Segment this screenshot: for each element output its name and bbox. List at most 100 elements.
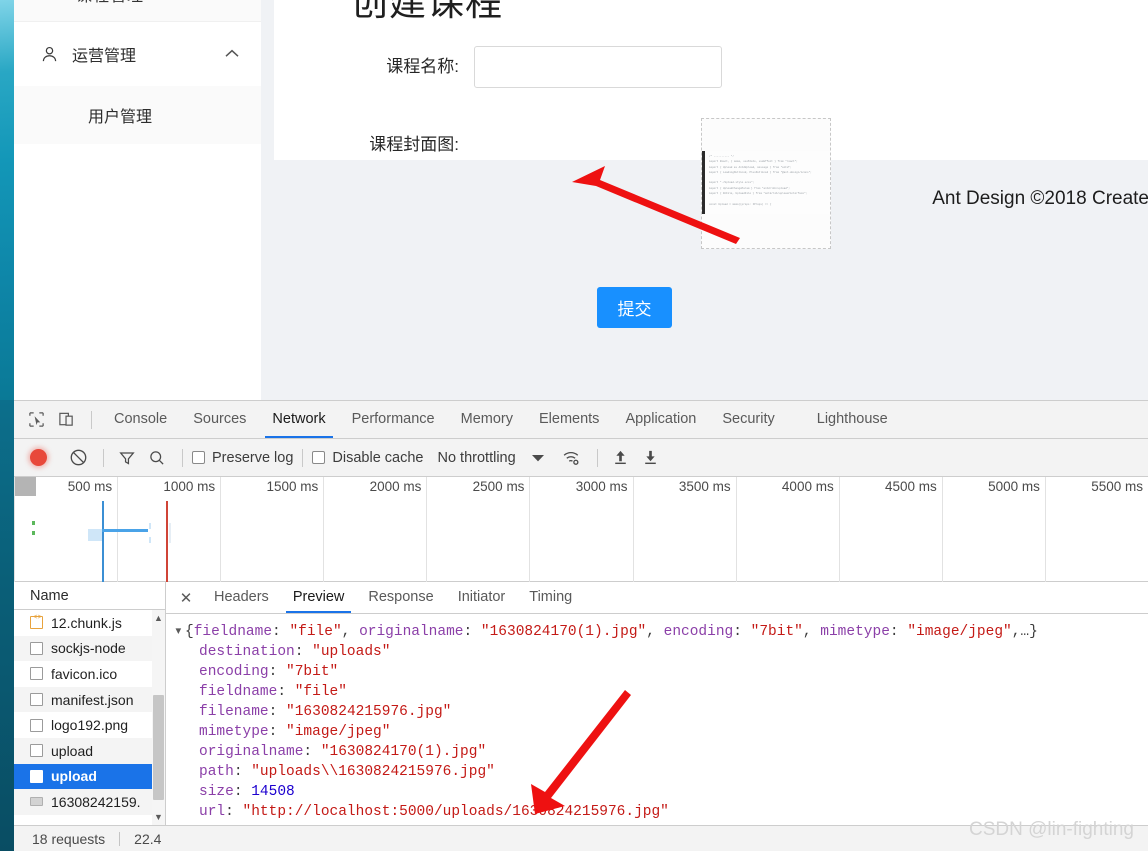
record-button[interactable] bbox=[30, 449, 47, 466]
sidebar-item-operations[interactable]: 运营管理 bbox=[14, 22, 261, 86]
sidebar-item-user-management[interactable]: 用户管理 bbox=[14, 86, 261, 144]
request-list-item[interactable]: manifest.json bbox=[14, 686, 165, 713]
timeline-marker-load bbox=[166, 501, 168, 582]
timeline-tick: 5500 ms bbox=[1044, 477, 1148, 582]
filter-icon[interactable] bbox=[113, 444, 141, 472]
doc-file-icon bbox=[30, 744, 43, 758]
expand-triangle-icon[interactable]: ▾ bbox=[174, 622, 185, 642]
tab-performance[interactable]: Performance bbox=[339, 401, 448, 438]
detail-tab-response[interactable]: Response bbox=[356, 582, 445, 613]
doc-file-icon bbox=[30, 693, 43, 707]
inspect-element-icon[interactable] bbox=[22, 406, 50, 434]
timeline-dot-5 bbox=[169, 523, 171, 543]
request-list-item[interactable]: upload bbox=[14, 763, 165, 790]
tab-security[interactable]: Security bbox=[709, 401, 787, 438]
timeline-tick-label: 4500 ms bbox=[885, 479, 937, 494]
chevron-up-icon[interactable] bbox=[225, 45, 239, 63]
timeline-tick: 3500 ms bbox=[632, 477, 736, 582]
tab-console[interactable]: Console bbox=[101, 401, 180, 438]
request-list-scrollbar[interactable]: ▲ ▼ bbox=[152, 610, 165, 825]
timeline-request-bar bbox=[102, 529, 148, 532]
code-preview-line: import { LoadingOutlined, PlusOutlined }… bbox=[709, 170, 812, 174]
course-name-label: 课程名称: bbox=[386, 57, 459, 76]
timeline-request-bar-2 bbox=[88, 529, 102, 541]
tab-network[interactable]: Network bbox=[259, 401, 338, 438]
timeline-dot-4 bbox=[149, 537, 151, 543]
json-property-row[interactable]: size: 14508 bbox=[174, 782, 1148, 802]
timeline-marker-dcl bbox=[102, 501, 104, 582]
sidebar-item-operations-label: 运营管理 bbox=[72, 48, 137, 65]
request-rows[interactable]: 12.chunk.js sockjs-node favicon.ico manifes… bbox=[14, 610, 165, 825]
tab-sources[interactable]: Sources bbox=[180, 401, 259, 438]
desktop-wallpaper-edge-lower bbox=[0, 400, 14, 851]
json-property-row[interactable]: fieldname: "file" bbox=[174, 682, 1148, 702]
json-property-row[interactable]: path: "uploads\\1630824215976.jpg" bbox=[174, 762, 1148, 782]
detail-tab-timing[interactable]: Timing bbox=[517, 582, 584, 613]
json-property-row[interactable]: filename: "1630824215976.jpg" bbox=[174, 702, 1148, 722]
request-list-header[interactable]: Name bbox=[14, 582, 165, 610]
tab-elements[interactable]: Elements bbox=[526, 401, 612, 438]
device-toolbar-icon[interactable] bbox=[52, 406, 80, 434]
app-content: 创建课程 课程名称: 课程封面图: Ant Design ©2018 Creat… bbox=[261, 0, 1148, 400]
timeline-tick: 5000 ms bbox=[941, 477, 1045, 582]
json-property-row[interactable]: originalname: "1630824170(1).jpg" bbox=[174, 742, 1148, 762]
request-list-item[interactable]: sockjs-node bbox=[14, 635, 165, 662]
preserve-log-box bbox=[192, 451, 205, 464]
timeline-dot-1 bbox=[32, 521, 35, 525]
scroll-up-icon[interactable]: ▲ bbox=[152, 610, 165, 626]
form-row-course-name: 课程名称: bbox=[349, 46, 722, 88]
desktop-wallpaper-edge bbox=[0, 0, 14, 400]
request-list-item-label: upload bbox=[51, 742, 94, 759]
timeline-tick: 4000 ms bbox=[735, 477, 839, 582]
chevron-down-icon[interactable] bbox=[524, 444, 552, 472]
json-property-row[interactable]: mimetype: "image/jpeg" bbox=[174, 722, 1148, 742]
sidebar-item-user-management-label: 用户管理 bbox=[88, 109, 153, 126]
json-preview-viewer[interactable]: ▾ {fieldname: "file", originalname: "1630… bbox=[166, 614, 1148, 825]
tab-lighthouse[interactable]: Lighthouse bbox=[804, 401, 901, 438]
tab-application[interactable]: Application bbox=[612, 401, 709, 438]
doc-file-icon bbox=[30, 641, 43, 655]
cover-image-uploader[interactable]: /* ---------- */import React, { memo, us… bbox=[701, 118, 831, 249]
status-divider bbox=[119, 831, 121, 846]
sidebar-item-clipped-label: 课程管理 bbox=[76, 0, 144, 6]
scrollbar-thumb[interactable] bbox=[153, 695, 164, 800]
export-har-icon[interactable] bbox=[637, 444, 665, 472]
code-preview-line: const Upload = memo((props: IProps) => { bbox=[709, 202, 772, 206]
network-timeline[interactable]: 500 ms 1000 ms 1500 ms 2000 ms 2500 ms 3000 m… bbox=[14, 477, 1148, 582]
submit-button[interactable]: 提交 bbox=[597, 287, 672, 328]
detail-tab-initiator[interactable]: Initiator bbox=[446, 582, 518, 613]
json-property-row[interactable]: url: "http://localhost:5000/uploads/1630… bbox=[174, 802, 1148, 822]
json-property-row[interactable]: encoding: "7bit" bbox=[174, 662, 1148, 682]
request-count: 18 requests bbox=[32, 830, 106, 847]
json-property-row[interactable]: destination: "uploads" bbox=[174, 642, 1148, 662]
timeline-tick: 1500 ms bbox=[220, 477, 323, 582]
request-list-item[interactable]: 12.chunk.js bbox=[14, 610, 165, 636]
devtools-panel: Console Sources Network Performance Memo… bbox=[14, 400, 1148, 851]
scroll-down-icon[interactable]: ▼ bbox=[152, 809, 165, 825]
throttling-select-value[interactable]: No throttling bbox=[437, 450, 515, 466]
detail-tab-headers[interactable]: Headers bbox=[202, 582, 281, 613]
request-list-item[interactable]: 16308242159. bbox=[14, 789, 165, 815]
tab-memory[interactable]: Memory bbox=[448, 401, 526, 438]
clear-button[interactable] bbox=[64, 444, 92, 472]
user-icon bbox=[38, 45, 60, 64]
transferred-size: 22.4 bbox=[134, 830, 162, 847]
close-icon[interactable]: ✕ bbox=[174, 586, 198, 610]
json-summary-line[interactable]: ▾ {fieldname: "file", originalname: "1630… bbox=[174, 622, 1148, 642]
sidebar-item-clipped[interactable]: 课程管理 bbox=[14, 0, 261, 22]
request-list-item-label: 12.chunk.js bbox=[51, 614, 122, 631]
request-list-item[interactable]: logo192.png bbox=[14, 712, 165, 738]
timeline-tick-label: 500 ms bbox=[67, 479, 113, 494]
preserve-log-checkbox[interactable]: Preserve log bbox=[192, 450, 293, 466]
import-har-icon[interactable] bbox=[607, 444, 635, 472]
search-icon[interactable] bbox=[143, 444, 171, 472]
timeline-tick: 2000 ms bbox=[323, 477, 426, 582]
disable-cache-checkbox[interactable]: Disable cache bbox=[312, 450, 423, 466]
timeline-tick-label: 1000 ms bbox=[163, 479, 216, 494]
doc-file-icon bbox=[30, 718, 43, 732]
course-name-input[interactable] bbox=[474, 46, 722, 88]
detail-tab-preview[interactable]: Preview bbox=[281, 582, 357, 613]
request-list-item[interactable]: upload bbox=[14, 737, 165, 764]
request-list-item[interactable]: favicon.ico bbox=[14, 661, 165, 687]
network-conditions-icon[interactable] bbox=[558, 444, 586, 472]
